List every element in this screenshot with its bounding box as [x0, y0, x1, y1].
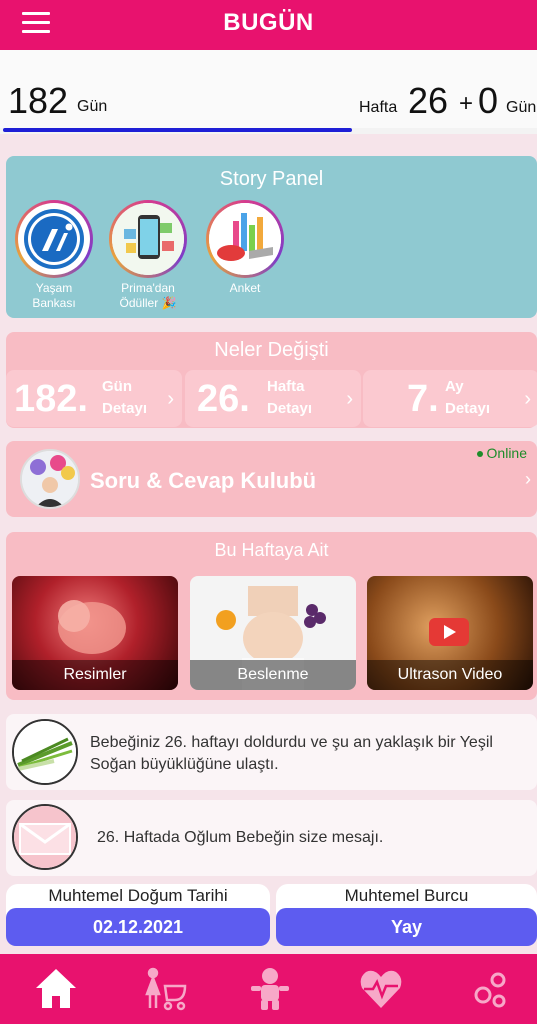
- this-week-panel: Bu Haftaya Ait Resimler Beslenme Ultraso…: [6, 532, 537, 700]
- stat-number: 26.: [197, 378, 250, 420]
- days-count: 182: [8, 80, 69, 121]
- page-title: BUGÜN: [223, 9, 314, 36]
- yasam-bankasi-logo-icon: [18, 203, 90, 275]
- story-label: Anket: [229, 281, 261, 295]
- zodiac-value[interactable]: Yay: [276, 908, 537, 946]
- heart-pulse-icon[interactable]: [356, 964, 406, 1014]
- week-plus: +: [459, 90, 474, 117]
- chevron-right-icon: ›: [525, 469, 531, 489]
- month-detail-card[interactable]: 7. Ay Detayı ›: [363, 370, 537, 427]
- pictures-card[interactable]: Resimler: [12, 576, 178, 690]
- stat-sub: Detayı: [267, 400, 313, 417]
- chevron-right-icon: ›: [346, 388, 353, 410]
- stat-number: 7.: [407, 378, 439, 420]
- chevron-right-icon: ›: [167, 388, 174, 410]
- week-extra-unit: Gün: [506, 99, 537, 116]
- nutrition-card[interactable]: Beslenme: [190, 576, 356, 690]
- story-item-prima-oduller[interactable]: Prima'dan Ödüller 🎉: [103, 200, 193, 311]
- qa-avatar-icon: [20, 449, 80, 509]
- day-detail-card[interactable]: 182. Gün Detayı ›: [6, 370, 182, 427]
- ultrasound-video-card[interactable]: Ultrason Video: [367, 576, 533, 690]
- story-panel: Story Panel Yaşam Bankası Prima'dan Ödül…: [6, 156, 537, 318]
- zodiac-box: Muhtemel Burcu Yay: [276, 884, 537, 946]
- story-item-anket[interactable]: Anket: [200, 200, 290, 296]
- this-week-title: Bu Haftaya Ait: [214, 540, 329, 560]
- week-extra-days: 0: [478, 80, 499, 121]
- top-bar: BUGÜN: [0, 0, 537, 50]
- baby-message-text: 26. Haftada Oğlum Bebeğin size mesajı.: [97, 829, 384, 846]
- due-date-value[interactable]: 02.12.2021: [6, 908, 270, 946]
- bottom-navigation: [0, 954, 537, 1024]
- story-item-yasam-bankasi[interactable]: Yaşam Bankası: [9, 200, 99, 311]
- home-icon[interactable]: [31, 964, 81, 1014]
- nutrition-label: Beslenme: [190, 660, 356, 690]
- story-label: Yaşam Bankası: [32, 281, 76, 310]
- stat-number: 182.: [14, 378, 88, 420]
- week-label: Hafta: [359, 99, 398, 116]
- week-detail-card[interactable]: 26. Hafta Detayı ›: [185, 370, 361, 427]
- stat-sub: Detayı: [102, 400, 148, 417]
- baby-icon[interactable]: [245, 964, 295, 1014]
- days-unit: Gün: [77, 98, 108, 115]
- zodiac-label: Muhtemel Burcu: [344, 886, 469, 905]
- mother-stroller-icon[interactable]: [139, 964, 189, 1014]
- pregnancy-counter: 182 Gün Hafta 26 + 0 Gün: [0, 50, 537, 134]
- chevron-right-icon: ›: [524, 388, 531, 410]
- changes-panel: Neler Değişti 182. Gün Detayı › 26. Haft…: [6, 332, 537, 428]
- story-label: Prima'dan Ödüller 🎉: [119, 281, 177, 310]
- settings-gears-icon[interactable]: [465, 964, 515, 1014]
- ultrasound-label: Ultrason Video: [367, 660, 533, 690]
- pictures-label: Resimler: [12, 660, 178, 690]
- progress-fill: [3, 128, 353, 132]
- due-date-label: Muhtemel Doğum Tarihi: [48, 886, 228, 905]
- online-dot-icon: [476, 451, 483, 458]
- stat-unit: Ay: [445, 378, 464, 395]
- bar-chart-icon: [209, 203, 281, 275]
- envelope-icon: [12, 804, 78, 870]
- stat-unit: Gün: [102, 378, 132, 395]
- stat-sub: Detayı: [445, 400, 491, 417]
- week-count: 26: [408, 80, 449, 121]
- due-date-box: Muhtemel Doğum Tarihi 02.12.2021: [6, 884, 270, 946]
- stat-unit: Hafta: [267, 378, 305, 395]
- baby-message-card[interactable]: 26. Haftada Oğlum Bebeğin size mesajı.: [6, 800, 537, 876]
- baby-size-card[interactable]: Bebeğiniz 26. haftayı doldurdu ve şu an …: [6, 714, 537, 790]
- qa-club-banner[interactable]: Soru & Cevap Kulubü Online ›: [6, 441, 537, 517]
- online-status: Online: [476, 445, 527, 461]
- story-panel-title: Story Panel: [219, 168, 324, 190]
- baby-size-text: Bebeğiniz 26. haftayı doldurdu ve şu an …: [90, 734, 493, 773]
- qa-club-title: Soru & Cevap Kulubü: [90, 468, 317, 493]
- gift-phone-icon: [112, 203, 184, 275]
- online-label: Online: [486, 445, 527, 461]
- changes-title: Neler Değişti: [214, 339, 329, 361]
- pregnancy-progress-bar: [0, 128, 537, 134]
- green-onion-icon: [12, 719, 78, 785]
